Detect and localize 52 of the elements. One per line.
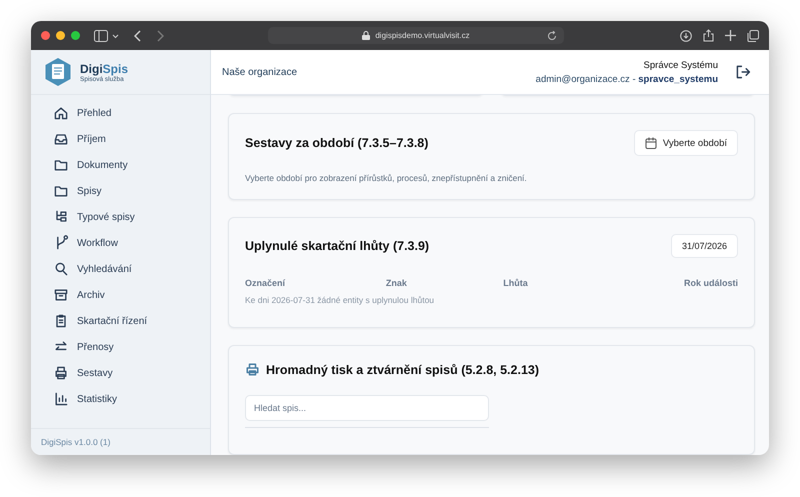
nav-item[interactable]: Spisy [53,183,210,199]
download-icon[interactable] [680,30,692,42]
chart-icon [53,391,69,407]
card-title: Uplynulé skartační lhůty (7.3.9) [245,239,430,253]
home-icon [53,105,69,121]
maximize-icon[interactable] [71,31,80,40]
plus-icon[interactable] [725,30,736,41]
column-header: Lhůta [503,278,529,288]
nav-item[interactable]: Skartační řízení [53,313,210,329]
nav-item[interactable]: Vyhledávání [53,261,210,277]
logout-icon[interactable] [735,64,751,80]
minimize-icon[interactable] [56,31,65,40]
address-bar[interactable]: digispisdemo.virtualvisit.cz [268,27,564,44]
nav-item[interactable]: Příjem [53,131,210,147]
nav-item[interactable]: Dokumenty [53,157,210,173]
organization-name: Naše organizace [222,66,298,78]
column-header: Označení [245,278,286,288]
nav-item[interactable]: Přehled [53,105,210,121]
nav-item[interactable]: Archiv [53,287,210,303]
nav-item[interactable]: Typové spisy [53,209,210,225]
card-title: Sestavy za období (7.3.5–7.3.8) [245,136,428,150]
logo-icon [44,57,72,87]
share-icon[interactable] [703,29,714,42]
archive-icon [53,287,69,303]
nav-item[interactable]: Workflow [53,235,210,251]
column-header: Znak [386,278,408,288]
version-text: DigiSpis v1.0.0 (1) [31,428,210,455]
forward-icon[interactable] [156,30,164,42]
tabs-icon[interactable] [747,30,759,42]
search-icon [53,261,69,277]
lock-icon [362,31,370,40]
select-period-button[interactable]: Vyberte období [634,130,738,156]
nav-item[interactable]: Statistiky [53,391,210,407]
user-name: Správce Systému [644,60,718,70]
sidebar-toggle-icon[interactable] [94,30,120,42]
brand-name: DigiSpis [80,62,128,76]
close-icon[interactable] [41,31,50,40]
card-title: Hromadný tisk a ztvárnění spisů (5.2.8, 5.2.13) [266,362,540,376]
calendar-icon [644,137,657,149]
nav-item[interactable]: Přenosy [53,339,210,355]
column-header: Rok události [682,278,738,288]
url-text: digispisdemo.virtualvisit.cz [375,31,470,40]
date-field[interactable]: 31/07/2026 [670,234,738,258]
back-icon[interactable] [134,30,142,42]
printer-icon [53,365,69,381]
user-account: admin@organizace.cz - spravce_systemu [536,74,718,84]
nav-item[interactable]: Sestavy [53,365,210,381]
printer-icon [245,362,260,377]
card-description: Vyberte období pro zobrazení přírůstků, procesů, znepřístupnění a zničení. [245,173,528,183]
reload-icon[interactable] [547,30,557,40]
empty-message: Ke dni 2026-07-31 žádné entity s uplynulou lhůtou [245,295,436,307]
search-field[interactable]: Hledat spis... [245,395,489,421]
